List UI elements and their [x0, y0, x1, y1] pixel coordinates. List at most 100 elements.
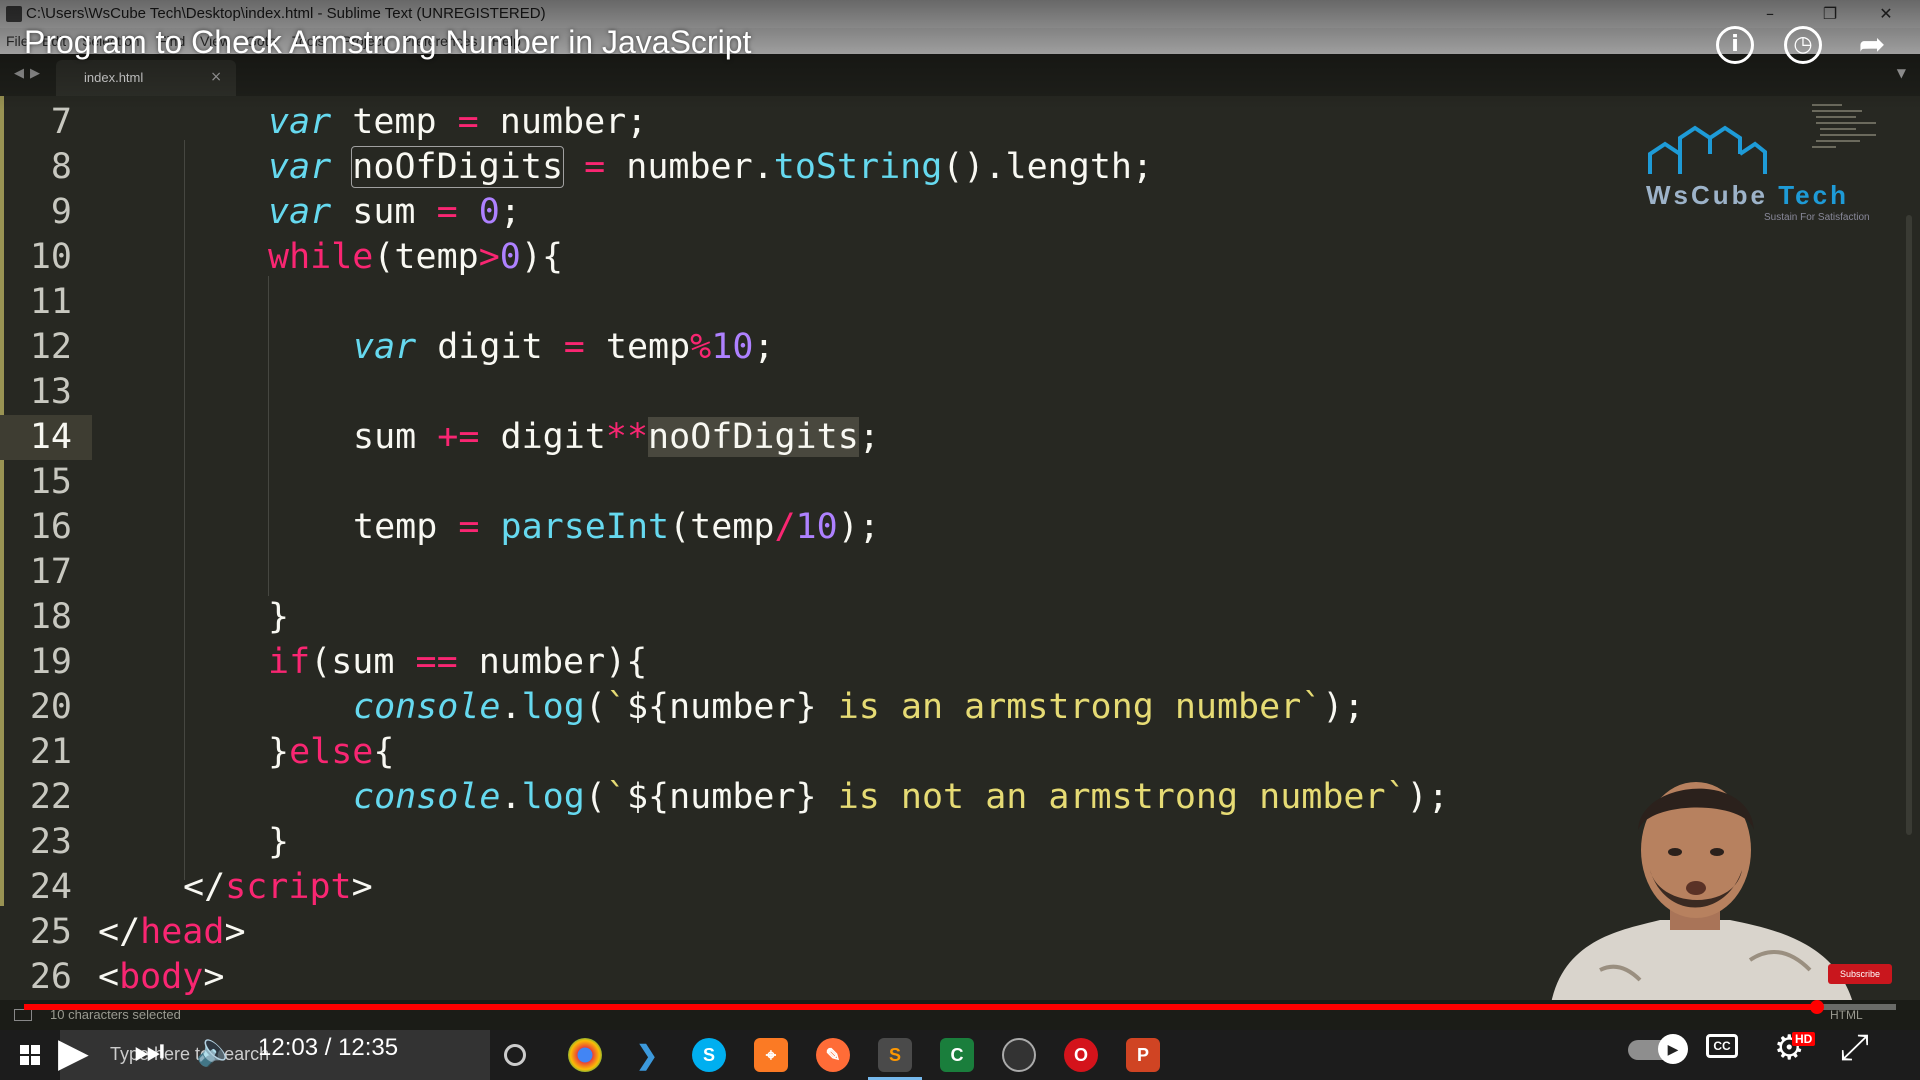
token-operator: % [690, 327, 712, 367]
next-video-button[interactable]: ⏭ [134, 1032, 165, 1071]
token-text: sum [331, 192, 437, 232]
syntax-selector[interactable]: HTML [1830, 1008, 1863, 1022]
watch-later-icon[interactable]: ◷ [1784, 26, 1822, 64]
opera-icon[interactable]: O [1064, 1038, 1098, 1072]
tab-dropdown-icon[interactable]: ▼ [1897, 66, 1906, 80]
token-text: ; [499, 192, 521, 232]
camtasia-icon[interactable]: C [940, 1038, 974, 1072]
xampp-icon[interactable]: ⌖ [754, 1038, 788, 1072]
token-keyword: while [268, 237, 374, 277]
token-function: toString [773, 147, 943, 187]
minimize-button[interactable]: – [1750, 2, 1790, 26]
tab-label: index.html [84, 70, 144, 85]
token-string: ` [605, 777, 627, 817]
token-text: (temp [373, 237, 479, 277]
token-text: } [268, 597, 290, 637]
line-number: 22 [29, 777, 72, 817]
chrome-icon[interactable] [568, 1038, 602, 1072]
powerpoint-icon[interactable]: P [1126, 1038, 1160, 1072]
token-text: > [351, 867, 373, 907]
token-selection: noOfDigits [648, 417, 859, 457]
line-number: 21 [29, 732, 72, 772]
token-text: </ [98, 912, 141, 952]
line-number: 9 [50, 192, 72, 232]
token-operator: = [584, 147, 606, 187]
token-keyword: if [268, 642, 311, 682]
video-scrubber-handle[interactable] [1809, 1000, 1824, 1014]
video-time-display: 12:03 / 12:35 [258, 1034, 399, 1061]
code-line-14: sum += digit**noOfDigits; [353, 415, 880, 460]
token-text: ){ [520, 237, 564, 277]
token-object: console [353, 777, 501, 817]
vertical-scrollbar[interactable] [1906, 215, 1912, 835]
token-text: } [268, 822, 290, 862]
token-operator: = [436, 192, 458, 232]
token-operator: = [458, 507, 480, 547]
token-highlighted-identifier: noOfDigits [351, 146, 565, 188]
token-text: { [373, 732, 395, 772]
token-keyword: var [268, 102, 332, 142]
tab-nav-arrows[interactable]: ◀▶ [14, 66, 46, 81]
token-text: (sum [310, 642, 416, 682]
code-line-16: temp = parseInt(temp/10); [353, 505, 880, 550]
video-progress-bar[interactable] [24, 1000, 1896, 1014]
cortana-icon[interactable] [504, 1044, 526, 1066]
code-line-7: var temp = number; [268, 100, 647, 145]
tab-index-html[interactable]: index.html × [56, 60, 236, 96]
line-number: 17 [29, 552, 72, 592]
skype-icon[interactable]: S [692, 1038, 726, 1072]
token-operator: / [774, 507, 796, 547]
token-text: digit [479, 417, 606, 457]
line-number: 23 [29, 822, 72, 862]
video-title[interactable]: Program to Check Armstrong Number in Jav… [24, 24, 751, 61]
token-function: parseInt [500, 507, 670, 547]
line-number: 12 [29, 327, 72, 367]
info-icon[interactable]: i [1716, 26, 1754, 64]
maximize-button[interactable]: ❐ [1810, 2, 1850, 26]
token-text: sum [353, 417, 438, 457]
token-template-var: ${number} [626, 777, 817, 817]
line-number: 20 [29, 687, 72, 727]
token-text: . [500, 687, 522, 727]
postman-icon[interactable]: ✎ [816, 1038, 850, 1072]
windows-start-icon[interactable] [0, 1030, 60, 1080]
token-text: ); [837, 507, 880, 547]
line-number: 8 [50, 147, 72, 187]
code-line-21: }else{ [268, 730, 394, 775]
line-number: 15 [29, 462, 72, 502]
vscode-icon[interactable]: ❯ [630, 1038, 664, 1072]
exit-fullscreen-icon[interactable]: ⤢ [1840, 1026, 1869, 1069]
token-operator: += [437, 417, 480, 457]
line-number: 13 [29, 372, 72, 412]
line-number: 24 [29, 867, 72, 907]
wscube-logo: WsCube Tech Sustain For Satisfaction [1640, 124, 1890, 224]
indent-guide [268, 276, 269, 596]
token-text: temp [331, 102, 458, 142]
panel-toggle-icon[interactable] [14, 1009, 32, 1021]
tab-close-icon[interactable]: × [210, 69, 222, 85]
token-string: ` [605, 687, 627, 727]
code-line-10: while(temp>0){ [268, 235, 563, 280]
token-operator: = [563, 327, 585, 367]
subscribe-watermark[interactable]: Subscribe [1828, 964, 1892, 984]
volume-icon[interactable]: 🔈 [196, 1030, 236, 1068]
share-icon[interactable]: ➦ [1850, 22, 1894, 66]
token-text: ; [858, 417, 880, 457]
logo-tagline: Sustain For Satisfaction [1764, 212, 1870, 223]
obs-icon[interactable] [1002, 1038, 1036, 1072]
hexagon-logo-icon [1648, 125, 1767, 174]
play-button[interactable]: ▶ [58, 1030, 89, 1076]
sublime-icon[interactable]: S [868, 1038, 922, 1080]
token-text: </ [183, 867, 226, 907]
window-title: C:\Users\WsCube Tech\Desktop\index.html … [26, 5, 546, 22]
line-number: 11 [29, 282, 72, 322]
code-line-18: } [268, 595, 289, 640]
token-text: > [203, 957, 225, 997]
token-text: ( [584, 777, 606, 817]
captions-button[interactable]: CC [1706, 1034, 1738, 1058]
autoplay-toggle[interactable]: ▶ [1628, 1034, 1688, 1064]
code-line-26: <body> [98, 955, 224, 1000]
